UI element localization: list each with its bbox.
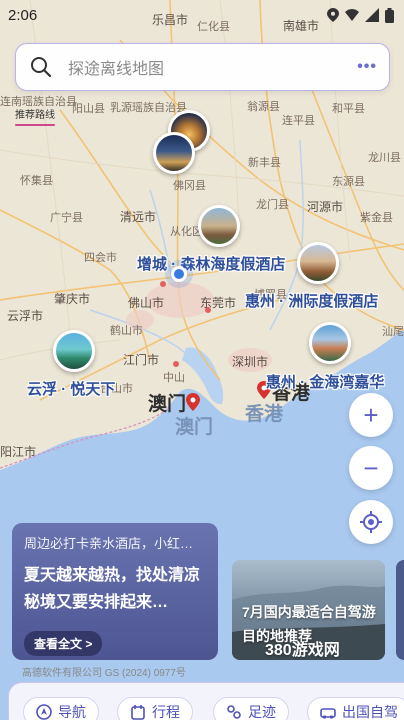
map-place-label: 江门市 [123,353,160,367]
hotel-marker-photo[interactable] [309,322,351,364]
hotel-label-huizhou-intercontinental[interactable]: 惠州 · 洲际度假酒店 [245,290,378,311]
hotel-marker-photo[interactable] [53,330,95,372]
map-place-label: 阳江市 [0,445,37,459]
zoom-out-label: − [363,452,379,483]
bottom-nav: 导航 行程 足迹 出国自驾 [8,682,404,720]
locate-button[interactable] [349,500,393,544]
map-place-label: 乳源瑶族自治县 [110,102,187,114]
read-more-button[interactable]: 查看全文 > [24,631,103,656]
article-card-main[interactable]: 周边必打卡亲水酒店，小红… 夏天越来越热，找处清凉秘境又要安排起来… 查看全文 … [12,523,218,660]
map-place-label: 深圳市 [232,355,269,369]
nav-footprint-button[interactable]: 足迹 [213,697,289,720]
more-menu-icon[interactable]: ••• [357,58,377,76]
search-placeholder[interactable]: 探途离线地图 [68,55,357,79]
article-headline: 夏天越来越热，找处清凉秘境又要安排起来… [24,567,201,611]
battery-icon [385,7,394,23]
hotel-marker-photo[interactable] [297,242,339,284]
map-place-label: 四会市 [84,252,117,264]
tab-recommended-routes[interactable]: 推荐路线 [15,106,55,126]
map-place-label: 广宁县 [50,212,83,224]
hotel-marker-photo[interactable] [153,132,195,174]
map-place-label: 肇庆市 [54,292,91,306]
status-bar: 2:06 [0,0,404,30]
search-bar[interactable]: 探途离线地图 ••• [15,43,390,91]
article-subtitle: 周边必打卡亲水酒店，小红… [24,536,194,551]
map-place-label: 翁源县 [247,101,280,113]
map-copyright: 高德软件有限公司 GS (2024) 0977号 [22,668,186,679]
nav-abroad-drive-label: 出国自驾 [342,704,398,720]
map-place-label: 东莞市 [200,296,237,310]
map-place-label: 新丰县 [248,157,281,169]
article-card-third[interactable] [396,560,404,660]
map-place-label: 佛山市 [128,296,165,310]
map-place-label: 龙川县 [368,152,401,164]
nav-footprint-label: 足迹 [248,704,276,720]
current-location-dot [171,266,187,282]
map-place-label: 香港 [245,404,284,425]
watermark: 380游戏网 [265,642,340,659]
map-place-label: 清远市 [120,210,157,224]
map-place-label: 和平县 [332,103,365,115]
map-place-label: 汕尾 [382,326,404,338]
map-place-label: 澳门 [175,417,214,438]
status-time: 2:06 [8,6,38,24]
map-place-label: 连平县 [282,115,315,127]
hotel-label-huizhou-jinhaiwan[interactable]: 惠州 · 金海湾嘉华 [266,371,384,392]
map-place-label: 东源县 [332,176,365,188]
map-place-label: 河源市 [307,200,344,214]
footprint-icon [227,705,241,719]
zoom-in-label: + [363,399,379,430]
abroad-drive-icon [320,708,336,719]
map-place-label: 龙门县 [256,199,289,211]
map-place-label: 鹤山市 [110,325,143,337]
nav-itinerary-label: 行程 [152,704,180,720]
map-place-label: 云浮市 [7,309,44,323]
macau-pin-icon [186,393,200,411]
map-place-label: 佛冈县 [173,180,206,192]
navigation-icon [36,704,52,720]
hotel-label-zengcheng[interactable]: 增城 · 森林海度假酒店 [137,253,285,274]
location-status-icon [327,8,339,22]
signal-icon [365,8,379,22]
nav-itinerary-button[interactable]: 行程 [117,697,193,720]
search-icon [31,57,52,78]
nav-navigation-label: 导航 [58,704,86,720]
itinerary-icon [131,705,145,720]
map-place-label: 紫金县 [360,212,393,224]
hotel-marker-photo[interactable] [198,205,240,247]
zoom-in-button[interactable]: + [349,393,393,437]
hotel-label-yunfu[interactable]: 云浮 · 悦天下 [27,378,115,399]
nav-navigation-button[interactable]: 导航 [23,697,99,720]
locate-icon [360,511,382,533]
zoom-out-button[interactable]: − [349,446,393,490]
map-place-label: 怀集县 [20,175,53,187]
nav-abroad-drive-button[interactable]: 出国自驾 [307,697,404,720]
map-place-label: 澳门 [148,394,187,415]
map-place-label: 中山 [163,372,185,384]
wifi-icon [345,9,359,21]
